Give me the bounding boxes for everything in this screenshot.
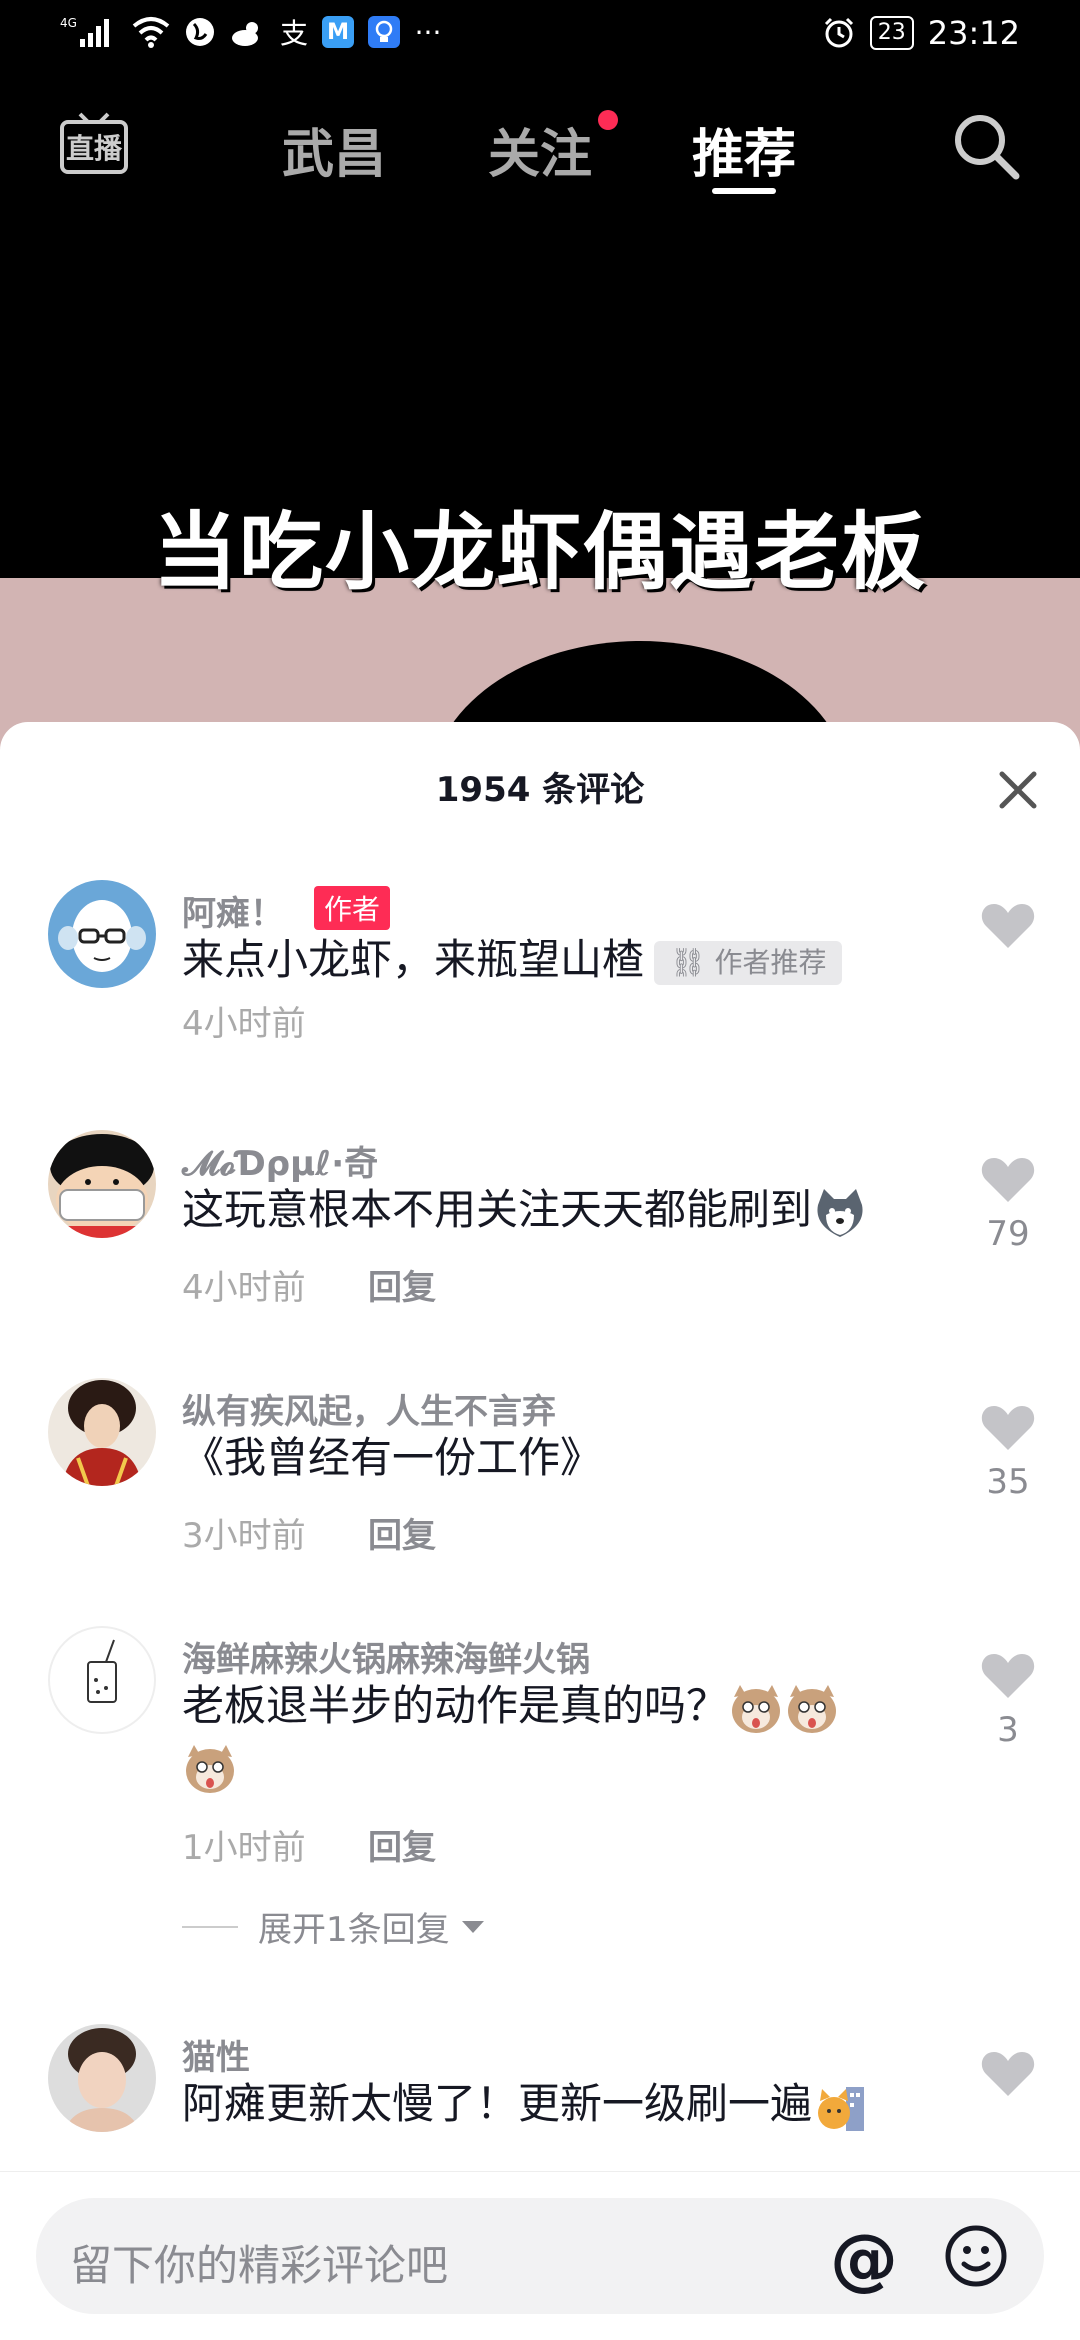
search-icon[interactable] (950, 110, 1022, 182)
comment-username[interactable]: 海鲜麻辣火锅麻辣海鲜火锅 (182, 1632, 590, 1681)
comment-username[interactable]: 纵有疾风起，人生不言弃 (182, 1384, 556, 1433)
video-player[interactable]: 当吃小龙虾偶遇老板 (0, 200, 1080, 938)
emoji-picker-icon[interactable] (944, 2224, 1008, 2288)
weather-icon (230, 14, 266, 50)
comment-input-placeholder: 留下你的精彩评论吧 (70, 2241, 449, 2290)
tab-recommend[interactable]: 推荐 (692, 112, 796, 187)
live-button[interactable]: 直播 (58, 110, 130, 182)
svg-text:直播: 直播 (66, 132, 123, 165)
comment-time: 4小时前 (182, 1004, 306, 1044)
mention-icon[interactable]: @ (830, 2220, 898, 2299)
like-button[interactable]: 35 (978, 1402, 1038, 1502)
like-button[interactable]: 79 (978, 1154, 1038, 1254)
comment-username[interactable]: 阿瘫！ (182, 886, 284, 935)
active-tab-indicator (712, 188, 776, 194)
comment-time: 4小时前 (182, 1268, 306, 1308)
expand-replies-button[interactable]: 展开1条回复 (182, 1902, 486, 1951)
heart-icon (981, 1654, 1035, 1698)
signal-icon: 4G (60, 14, 118, 50)
alarm-icon (822, 15, 856, 51)
heart-icon (981, 904, 1035, 948)
comment-text: 来点小龙虾，来瓶望山楂 ⛓ 作者推荐 (182, 930, 1002, 990)
shocked-dog-emoji-icon (784, 1681, 840, 1737)
author-recommend-tag: ⛓ 作者推荐 (654, 940, 843, 985)
battery-icon: 23 (869, 16, 914, 50)
alipay-icon: 支 (280, 17, 309, 50)
shocked-dog-emoji-icon (728, 1681, 784, 1737)
shocked-dog-emoji-icon (182, 1741, 238, 1797)
wifi-icon (132, 14, 170, 50)
comment-username[interactable]: 猫性 (182, 2030, 250, 2079)
comments-count-title: 1954 条评论 (435, 770, 645, 810)
avatar[interactable] (48, 1378, 156, 1486)
reply-button[interactable]: 回复 (368, 1260, 436, 1309)
avatar[interactable] (48, 1130, 156, 1238)
globe-icon (184, 14, 216, 50)
reply-button[interactable]: 回复 (368, 1820, 436, 1869)
comment-text: 《我曾经有一份工作》 (182, 1433, 603, 1482)
like-button[interactable] (978, 2048, 1038, 2102)
cat-building-emoji-icon (812, 2079, 868, 2135)
top-nav: 直播 武昌 关注 推荐 (0, 90, 1080, 200)
avatar[interactable] (48, 1626, 156, 1734)
avatar[interactable] (48, 2024, 156, 2132)
clock: 23:12 (927, 14, 1020, 52)
comment-text: 阿瘫更新太慢了！更新一级刷一遍 (182, 2074, 932, 2135)
link-icon: ⛓ (670, 945, 715, 979)
like-count: 3 (997, 1710, 1019, 1750)
heart-icon (981, 1158, 1035, 1202)
more-icon: ··· (414, 15, 442, 49)
like-count: 35 (986, 1462, 1030, 1502)
notification-dot (598, 110, 618, 130)
like-count: 79 (986, 1214, 1030, 1254)
tab-following[interactable]: 关注 (488, 112, 592, 187)
comment-input[interactable]: 留下你的精彩评论吧 @ (36, 2198, 1044, 2314)
svg-text:4G: 4G (60, 16, 77, 30)
close-icon[interactable] (992, 764, 1044, 816)
reply-button[interactable]: 回复 (368, 1508, 436, 1557)
comment-input-bar: 留下你的精彩评论吧 @ (0, 2171, 1080, 2340)
comment-time: 1小时前 (182, 1828, 306, 1868)
chevron-down-icon (461, 1920, 484, 1933)
comment-time: 3小时前 (182, 1516, 306, 1556)
bulb-icon (368, 16, 401, 48)
comment-text: 这玩意根本不用关注天天都能刷到 (182, 1180, 932, 1241)
author-badge: 作者 (314, 886, 391, 930)
like-button[interactable] (978, 900, 1038, 954)
divider (182, 1925, 238, 1928)
heart-icon (981, 2052, 1035, 2096)
heart-icon (981, 1406, 1035, 1450)
husky-emoji-icon (812, 1185, 868, 1241)
status-bar: 4G 支 M ··· 23 23:12 (0, 0, 1080, 72)
comments-panel: 1954 条评论 阿瘫！ 作者 来点小龙虾，来瓶望山楂⛓ 作者推荐 4小时前 (0, 722, 1080, 2340)
video-caption: 当吃小龙虾偶遇老板 (152, 503, 927, 601)
avatar[interactable] (48, 880, 156, 988)
app-m-icon: M (322, 16, 355, 48)
comment-text: 老板退半步的动作是真的吗？ (182, 1676, 912, 1797)
tab-wuchang[interactable]: 武昌 (282, 112, 386, 187)
comment-username[interactable]: 𝓜𝓸Ɗρμℓ·奇 (182, 1136, 378, 1185)
like-button[interactable]: 3 (978, 1650, 1038, 1750)
